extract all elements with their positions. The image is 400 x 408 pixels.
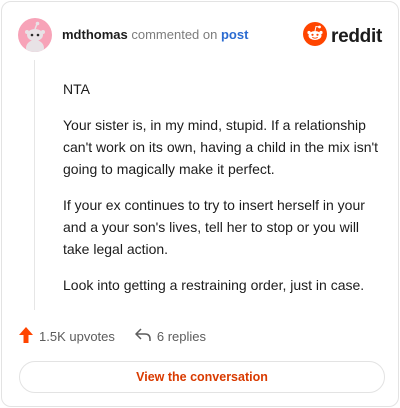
post-link[interactable]: post (221, 27, 248, 42)
upvote-button[interactable]: 1.5K upvotes (19, 326, 115, 346)
comment-body: NTA Your sister is, in my mind, stupid. … (63, 78, 383, 310)
snoo-avatar-icon[interactable] (18, 18, 52, 52)
comment-paragraph: Look into getting a restraining order, j… (63, 277, 365, 293)
replies-button[interactable]: 6 replies (135, 327, 207, 345)
brand-name: reddit (331, 25, 382, 47)
comment-paragraph: If your ex continues to try to insert he… (63, 197, 365, 257)
byline: mdthomas commented on post (62, 27, 248, 43)
reply-arrow-icon (135, 327, 151, 345)
view-conversation-button[interactable]: View the conversation (19, 361, 385, 393)
upvote-arrow-icon (19, 326, 33, 346)
replies-count: 6 replies (156, 328, 207, 344)
comment-paragraph: Your sister is, in my mind, stupid. If a… (63, 117, 379, 177)
reddit-brand[interactable]: reddit (303, 22, 382, 51)
action-text: commented on (131, 27, 218, 42)
reddit-logo-icon (303, 22, 328, 51)
comment-header: mdthomas commented on post reddit (18, 18, 382, 52)
comment-paragraph: NTA (63, 81, 90, 97)
username-link[interactable]: mdthomas (62, 27, 128, 42)
upvote-count: 1.5K upvotes (39, 328, 115, 344)
embedded-comment-card: mdthomas commented on post reddit NTA Yo… (1, 1, 399, 407)
comment-footer: 1.5K upvotes 6 replies (19, 326, 206, 346)
thread-line (34, 60, 35, 310)
